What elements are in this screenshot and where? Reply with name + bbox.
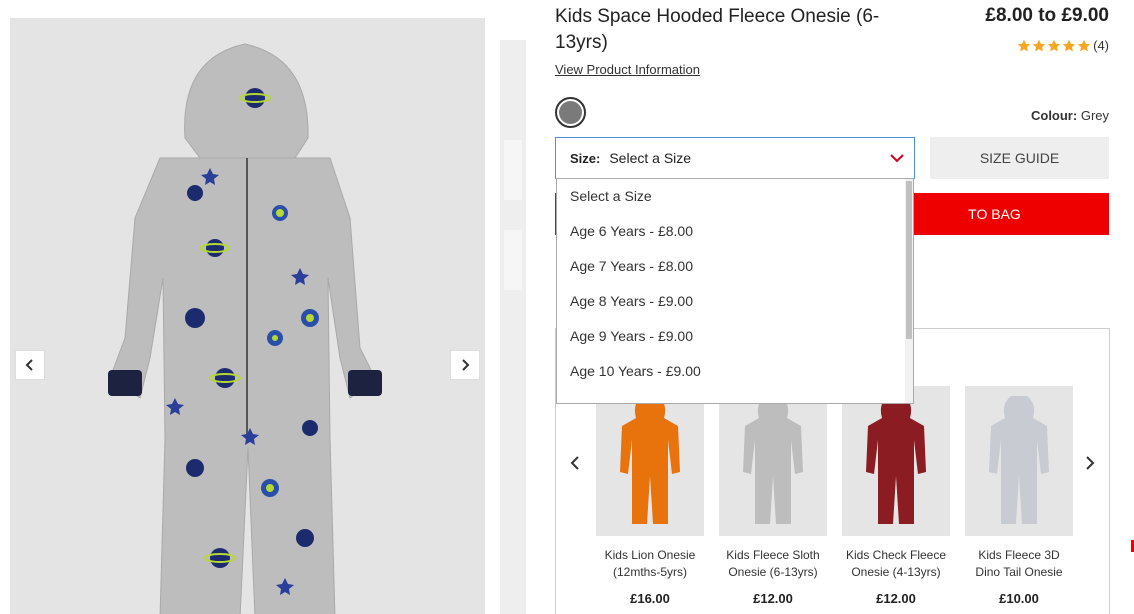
product-title: Kids Space Hooded Fleece Onesie (6-13yrs… <box>555 6 880 53</box>
gallery-next-button[interactable] <box>450 350 480 380</box>
rating-stars <box>1016 39 1091 53</box>
star-icon <box>1077 39 1091 51</box>
recommendation-image <box>965 386 1073 536</box>
chevron-left-icon <box>570 456 579 470</box>
recommendation-image <box>842 386 950 536</box>
size-option[interactable]: Age 11 Years - £9.00 <box>557 389 913 403</box>
product-image <box>108 43 382 614</box>
thumbnail[interactable] <box>504 230 522 290</box>
size-option[interactable]: Age 9 Years - £9.00 <box>557 319 913 354</box>
size-guide-button[interactable]: SIZE GUIDE <box>930 137 1109 179</box>
product-rating[interactable]: (4) <box>1016 38 1109 53</box>
recommendation-card[interactable]: Kids Check Fleece Onesie (4-13yrs) £12.0… <box>842 386 950 606</box>
recommendation-card[interactable]: Kids Fleece 3D Dino Tail Onesie £10.00 <box>965 386 1073 606</box>
swatch-fill <box>559 101 582 124</box>
star-icon <box>1032 39 1046 51</box>
colour-swatch-grey[interactable] <box>555 97 586 128</box>
colour-value: Grey <box>1080 108 1109 123</box>
recommendation-name: Kids Lion Onesie (12mths-5yrs) <box>604 548 696 579</box>
dropdown-scrollbar[interactable] <box>905 179 913 403</box>
recommendation-name: Kids Fleece 3D Dino Tail Onesie <box>975 548 1063 579</box>
product-image-gallery <box>10 18 485 614</box>
size-option[interactable]: Age 7 Years - £8.00 <box>557 249 913 284</box>
size-option[interactable]: Age 10 Years - £9.00 <box>557 354 913 389</box>
gallery-prev-button[interactable] <box>15 350 45 380</box>
carousel-prev-button[interactable] <box>565 453 585 473</box>
recommendation-card[interactable]: Kids Lion Onesie (12mths-5yrs) £16.00 <box>596 386 704 606</box>
size-dropdown-list[interactable]: Select a Size Age 6 Years - £8.00 Age 7 … <box>556 178 914 404</box>
product-page: Kids Space Hooded Fleece Onesie (6-13yrs… <box>0 0 1134 614</box>
onesie-thumbnail <box>866 396 926 524</box>
recommendation-price: £16.00 <box>630 591 670 606</box>
star-icon <box>1062 39 1076 51</box>
star-icon <box>1047 39 1061 51</box>
chevron-right-icon <box>1086 456 1095 470</box>
chevron-left-icon <box>25 359 33 371</box>
chevron-right-icon <box>462 359 470 371</box>
recommendation-name: Kids Check Fleece Onesie (4-13yrs) <box>845 548 947 579</box>
view-product-information-link[interactable]: View Product Information <box>555 62 700 77</box>
carousel-next-button[interactable] <box>1080 453 1100 473</box>
size-select-value: Select a Size <box>609 150 692 166</box>
chevron-down-icon <box>890 154 904 163</box>
product-price: £8.00 to £9.00 <box>985 5 1109 26</box>
dropdown-scrollbar-thumb[interactable] <box>906 181 912 339</box>
onesie-thumbnail <box>620 396 680 524</box>
recommendation-price: £12.00 <box>876 591 916 606</box>
add-to-bag-label: TO BAG <box>968 206 1021 222</box>
size-option[interactable]: Select a Size <box>557 179 913 214</box>
recommendation-card[interactable]: Kids Fleece Sloth Onesie (6-13yrs) £12.0… <box>719 386 827 606</box>
size-option[interactable]: Age 6 Years - £8.00 <box>557 214 913 249</box>
thumbnail[interactable] <box>504 140 522 200</box>
rating-count: (4) <box>1093 38 1109 53</box>
thumbnail-strip <box>500 40 526 614</box>
onesie-thumbnail <box>989 396 1049 524</box>
recommendation-image <box>719 386 827 536</box>
colour-label: Colour: <box>1030 108 1078 123</box>
colour-indicator: Colour: Grey <box>1031 108 1109 123</box>
recommendation-image <box>596 386 704 536</box>
recommendation-name: Kids Fleece Sloth Onesie (6-13yrs) <box>726 548 820 579</box>
star-icon <box>1017 39 1031 51</box>
size-select-label: Size: <box>570 150 601 166</box>
size-option[interactable]: Age 8 Years - £9.00 <box>557 284 913 319</box>
size-select[interactable]: Size: Select a Size <box>555 137 915 179</box>
onesie-thumbnail <box>743 396 803 524</box>
recommendation-price: £12.00 <box>753 591 793 606</box>
recommendation-price: £10.00 <box>999 591 1039 606</box>
